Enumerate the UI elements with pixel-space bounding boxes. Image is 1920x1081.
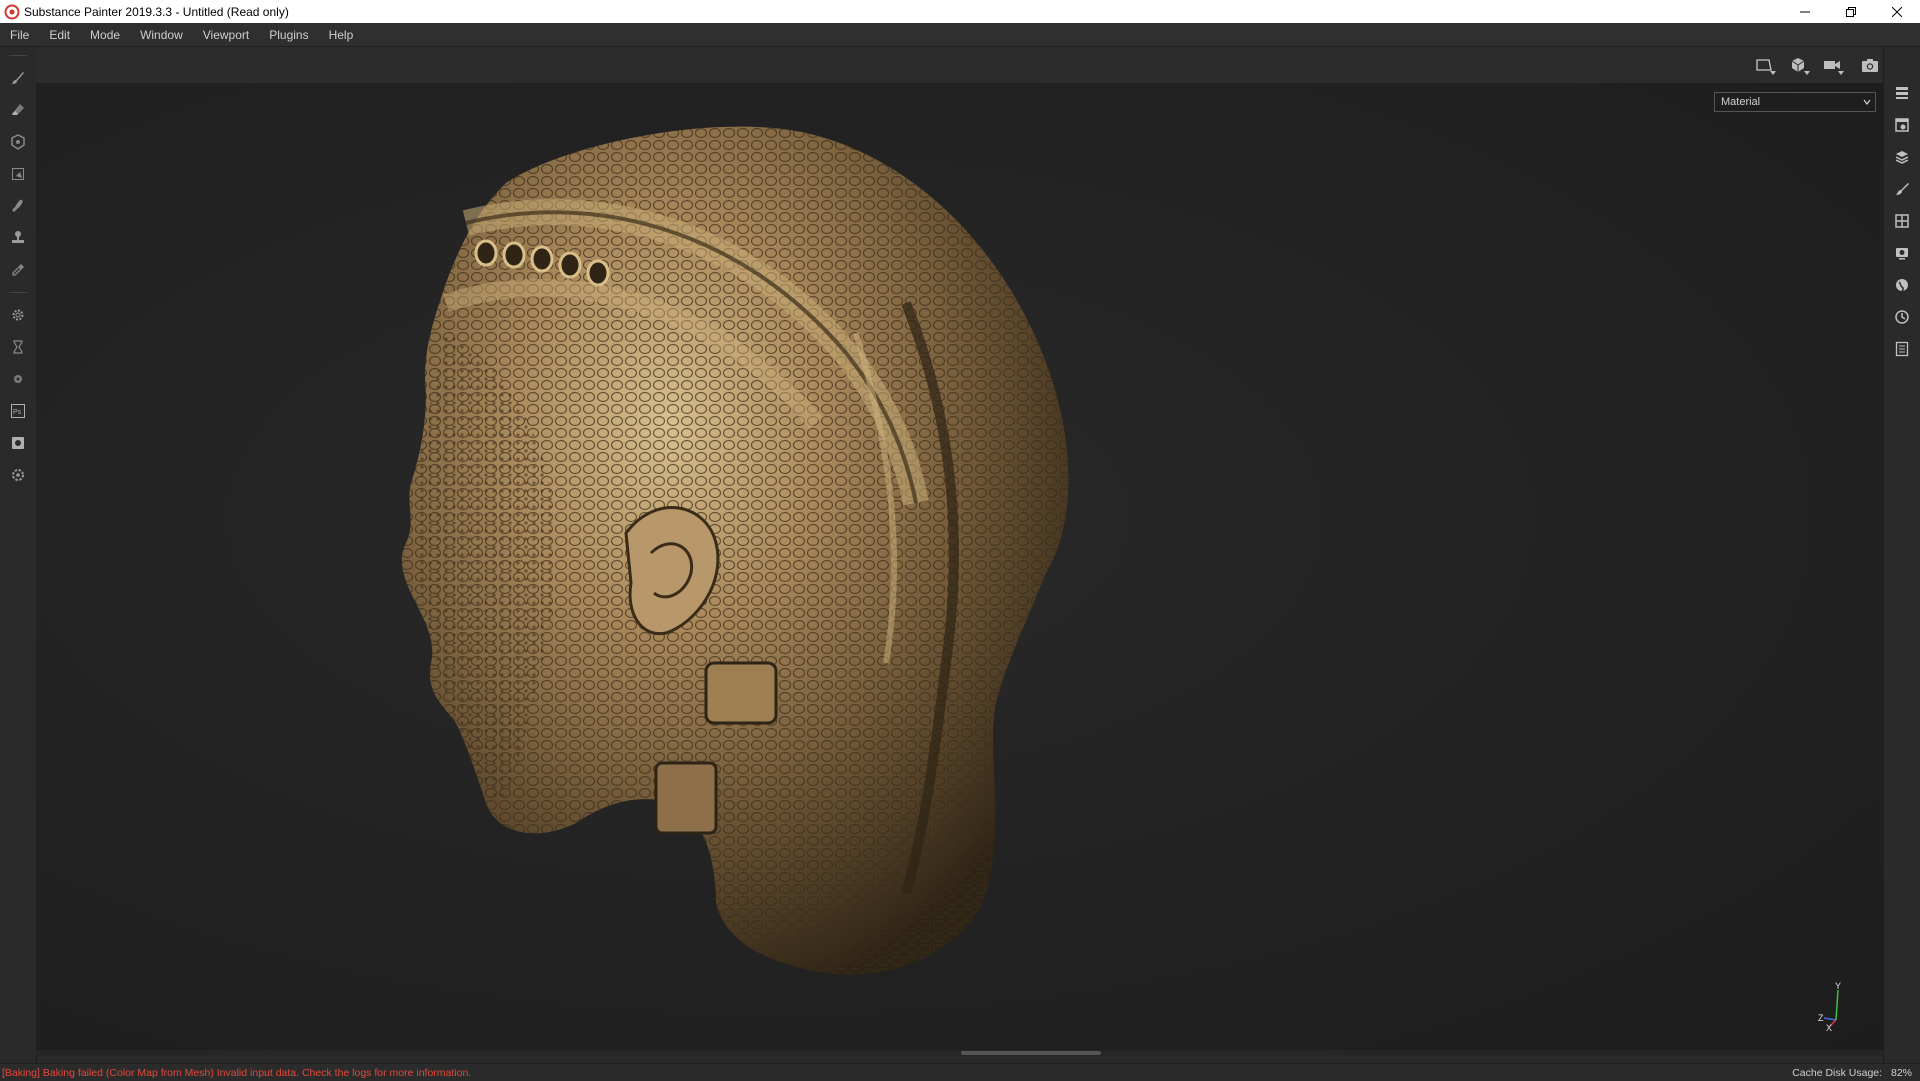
axis-gizmo: Y Z X	[1818, 982, 1841, 1032]
viewport-toolbar	[36, 47, 1884, 83]
texture-set-settings-button[interactable]	[1884, 109, 1920, 141]
clone-tool-button[interactable]	[0, 222, 36, 254]
properties-button[interactable]	[1884, 173, 1920, 205]
texture-settings-icon	[1895, 118, 1909, 132]
iray-tool-button[interactable]	[0, 331, 36, 363]
layers-icon	[1895, 151, 1909, 164]
restore-icon	[1846, 6, 1856, 17]
history-button[interactable]	[1884, 301, 1920, 333]
title-bar: Substance Painter 2019.3.3 - Untitled (R…	[0, 0, 1920, 23]
axis-y-label: Y	[1835, 982, 1841, 991]
document-export-icon	[12, 437, 24, 449]
menu-help[interactable]: Help	[319, 28, 364, 42]
screenshot-button[interactable]	[1856, 51, 1884, 79]
scrollbar-thumb[interactable]	[961, 1051, 1101, 1055]
chevron-down-icon	[1770, 71, 1776, 75]
settings-tool-button[interactable]	[0, 363, 36, 395]
viewport-mode-value: Material	[1721, 96, 1761, 108]
cache-disk-usage-label: Cache Disk Usage:	[1792, 1066, 1883, 1079]
photoshop-export-button[interactable]: Ps	[0, 395, 36, 427]
view-mode-button[interactable]	[1750, 51, 1778, 79]
menu-bar: File Edit Mode Window Viewport Plugins H…	[0, 23, 1920, 47]
cache-disk-usage: Cache Disk Usage: 82%	[1792, 1067, 1912, 1079]
display-settings-button[interactable]	[1884, 237, 1920, 269]
axis-x-label: X	[1826, 1023, 1832, 1032]
svg-text:Ps: Ps	[13, 409, 22, 416]
substance-painter-logo-icon	[4, 4, 20, 19]
viewport-scrollbar[interactable]	[36, 1050, 1884, 1056]
cache-disk-usage-value: 82%	[1890, 1066, 1912, 1079]
close-button[interactable]	[1874, 0, 1920, 23]
layers-button[interactable]	[1884, 141, 1920, 173]
3d-viewport[interactable]: Material Y Z X	[36, 83, 1884, 1050]
chevron-down-icon	[1838, 71, 1844, 75]
menu-viewport[interactable]: Viewport	[193, 28, 259, 42]
smudge-icon	[12, 199, 23, 212]
shelf-button[interactable]	[1884, 205, 1920, 237]
menu-mode[interactable]: Mode	[80, 28, 130, 42]
polygon-fill-icon	[12, 168, 24, 180]
menu-window[interactable]: Window	[130, 28, 193, 42]
list-stack-icon	[1896, 87, 1908, 99]
menu-edit[interactable]: Edit	[39, 28, 80, 42]
window-title: Substance Painter 2019.3.3 - Untitled (R…	[24, 4, 289, 19]
export-document-button[interactable]	[0, 427, 36, 459]
bake-tool-button[interactable]	[0, 299, 36, 331]
smudge-tool-button[interactable]	[0, 190, 36, 222]
globe-icon	[1896, 279, 1908, 292]
menu-file[interactable]: File	[0, 28, 39, 42]
eraser-tool-button[interactable]	[0, 94, 36, 126]
cog-icon	[12, 469, 24, 481]
paint-tool-button[interactable]	[0, 62, 36, 94]
viewport-mode-select[interactable]: Material	[1714, 92, 1876, 112]
settings-small-icon	[14, 375, 22, 383]
grid-icon	[1895, 214, 1909, 228]
3d-model-head	[401, 126, 1069, 975]
right-toolbar	[1883, 47, 1920, 1063]
gear-icon	[12, 309, 24, 321]
camera-settings-button[interactable]	[1818, 51, 1846, 79]
texture-set-list-button[interactable]	[1884, 77, 1920, 109]
paint-brush-icon	[12, 72, 24, 84]
axis-z-label: Z	[1818, 1013, 1824, 1023]
document-lines-icon	[1895, 341, 1909, 357]
chevron-down-icon	[1863, 99, 1871, 105]
left-toolbar: Ps	[0, 47, 37, 1063]
camera-icon	[1862, 59, 1878, 72]
3d-view-button[interactable]	[1784, 51, 1812, 79]
photoshop-icon: Ps	[11, 404, 25, 418]
toolbar-separator	[9, 292, 27, 293]
hourglass-icon	[13, 340, 23, 354]
toolbar-separator	[9, 55, 27, 56]
clone-stamp-icon	[12, 231, 24, 243]
brush-properties-icon	[1896, 183, 1909, 195]
log-button[interactable]	[1884, 333, 1920, 365]
environment-button[interactable]	[1884, 269, 1920, 301]
restore-button[interactable]	[1828, 0, 1874, 23]
monitor-icon	[1896, 248, 1908, 260]
close-icon	[1892, 6, 1902, 17]
minimize-button[interactable]	[1782, 0, 1828, 23]
color-picker-tool-button[interactable]	[0, 254, 36, 286]
status-bar: [Baking] Baking failed (Color Map from M…	[0, 1063, 1920, 1081]
projection-icon	[11, 134, 25, 150]
eraser-icon	[12, 104, 24, 115]
projection-tool-button[interactable]	[0, 126, 36, 158]
polygon-fill-tool-button[interactable]	[0, 158, 36, 190]
menu-plugins[interactable]: Plugins	[259, 28, 318, 42]
plugin-settings-button[interactable]	[0, 459, 36, 491]
clock-icon	[1895, 310, 1909, 324]
chevron-down-icon	[1804, 71, 1810, 75]
minimize-icon	[1800, 11, 1810, 12]
eyedropper-icon	[12, 264, 24, 276]
status-error-message[interactable]: [Baking] Baking failed (Color Map from M…	[2, 1067, 471, 1079]
